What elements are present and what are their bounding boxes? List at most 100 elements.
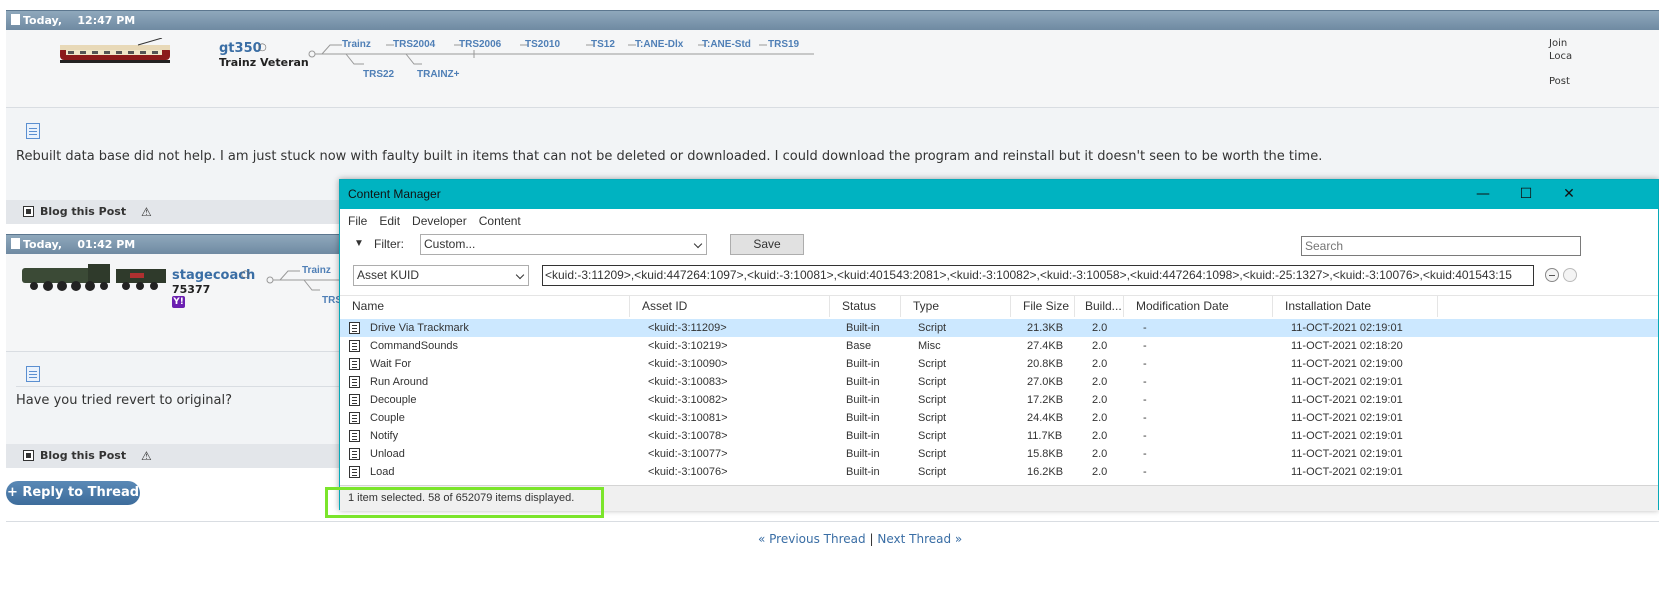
field-select[interactable]: Asset KUID	[353, 265, 529, 286]
asset-build: 2.0	[1092, 412, 1108, 424]
table-row[interactable]: Decouple <kuid:-3:10082> Built-in Script 17.…	[340, 391, 1658, 409]
asset-modification-date: -	[1143, 376, 1147, 388]
version-tag[interactable]: TRS2004	[393, 39, 435, 50]
search-input[interactable]	[1301, 236, 1581, 256]
blog-this-post-link[interactable]: Blog this Post	[40, 205, 126, 218]
asset-type: Script	[918, 430, 947, 442]
menu-file[interactable]: File	[340, 209, 371, 228]
table-row[interactable]: CommandSounds <kuid:-3:10219> Base Misc 27.4…	[340, 337, 1658, 355]
post-2-text: Have you tried revert to original?	[16, 393, 233, 408]
maximize-button[interactable]: ☐	[1503, 180, 1549, 209]
asset-installation-date: 11-OCT-2021 02:19:01	[1291, 376, 1403, 388]
version-tag[interactable]: T:ANE-Std	[702, 39, 751, 50]
version-tag[interactable]: Trainz	[302, 265, 331, 276]
post-date: Today,	[23, 238, 63, 251]
version-tag[interactable]: TS12	[591, 39, 615, 50]
column-header-status[interactable]: Status	[830, 296, 901, 317]
asset-build: 2.0	[1092, 358, 1108, 370]
report-warning-icon[interactable]: ⚠	[141, 200, 152, 224]
remove-condition-icon[interactable]	[1545, 268, 1559, 282]
asset-id: <kuid:-3:10219>	[648, 340, 728, 352]
chevron-down-icon	[693, 239, 703, 249]
asset-id: <kuid:-3:10090>	[648, 358, 728, 370]
column-header-modification-date[interactable]: Modification Date	[1124, 296, 1273, 317]
column-header-type[interactable]: Type	[901, 296, 1011, 317]
post-1-user-title: Trainz Veteran	[219, 56, 309, 69]
table-row[interactable]: Load <kuid:-3:10076> Built-in Script 16.2KB 2…	[340, 463, 1658, 481]
asset-type: Script	[918, 394, 947, 406]
reply-to-thread-button[interactable]: + Reply to Thread	[6, 481, 140, 505]
asset-file-size: 24.4KB	[1027, 412, 1064, 424]
save-filter-button[interactable]: Save	[730, 234, 804, 255]
asset-build: 2.0	[1092, 376, 1108, 388]
table-row[interactable]: Notify <kuid:-3:10078> Built-in Script 11.7K…	[340, 427, 1658, 445]
asset-name: Drive Via Trackmark	[370, 322, 469, 334]
asset-id: <kuid:-3:11209>	[648, 322, 727, 334]
asset-build: 2.0	[1092, 340, 1108, 352]
asset-type: Script	[918, 358, 947, 370]
post-divider	[16, 386, 346, 387]
next-thread-link[interactable]: Next Thread »	[877, 532, 962, 546]
asset-modification-date: -	[1143, 322, 1147, 334]
blog-this-post-link[interactable]: Blog this Post	[40, 449, 126, 462]
asset-id: <kuid:-3:10078>	[648, 430, 728, 442]
column-header-build[interactable]: Build...	[1075, 296, 1124, 317]
previous-thread-link[interactable]: « Previous Thread	[758, 532, 866, 546]
add-condition-icon[interactable]	[1563, 268, 1577, 282]
asset-installation-date: 11-OCT-2021 02:19:01	[1291, 322, 1403, 334]
location-label: Loca	[1549, 51, 1573, 62]
post-icon	[26, 366, 40, 382]
asset-id: <kuid:-3:10077>	[648, 448, 728, 460]
asset-installation-date: 11-OCT-2021 02:19:00	[1291, 358, 1403, 370]
minimize-button[interactable]: —	[1460, 180, 1506, 209]
version-tag[interactable]: Trainz	[342, 39, 371, 50]
table-row[interactable]: Unload <kuid:-3:10077> Built-in Script 15.8K…	[340, 445, 1658, 463]
column-header-name[interactable]: Name	[340, 296, 630, 317]
asset-modification-date: -	[1143, 448, 1147, 460]
asset-file-size: 27.4KB	[1027, 340, 1064, 352]
table-row[interactable]: Drive Via Trackmark <kuid:-3:11209> Built-…	[340, 319, 1658, 337]
filter-dropdown[interactable]: Custom...	[420, 234, 707, 255]
post-2-user-number: 75377	[172, 283, 211, 296]
version-tag[interactable]: TRAINZ+	[417, 69, 460, 80]
table-row[interactable]: Wait For <kuid:-3:10090> Built-in Script 20.…	[340, 355, 1658, 373]
post-1-username[interactable]: gt350	[219, 41, 262, 56]
script-asset-icon	[349, 394, 360, 406]
menu-content[interactable]: Content	[471, 209, 525, 228]
post-date: Today,	[23, 14, 63, 27]
version-tag[interactable]: T:ANE-Dlx	[635, 39, 683, 50]
asset-status: Built-in	[846, 322, 880, 334]
asset-name: Wait For	[370, 358, 412, 370]
column-header-asset-id[interactable]: Asset ID	[630, 296, 830, 317]
asset-type: Script	[918, 412, 947, 424]
version-tag[interactable]: TRS19	[768, 39, 799, 50]
kuid-query-input[interactable]: <kuid:-3:11209>,<kuid:447264:1097>,<kuid…	[542, 265, 1534, 286]
column-header-installation-date[interactable]: Installation Date	[1273, 296, 1438, 317]
menu-edit[interactable]: Edit	[371, 209, 404, 228]
filter-collapse-icon[interactable]: ▼	[354, 238, 364, 249]
asset-build: 2.0	[1092, 394, 1108, 406]
script-asset-icon	[349, 358, 360, 370]
thread-navigation: « Previous Thread | Next Thread »	[758, 532, 962, 546]
date-icon	[11, 14, 20, 25]
asset-file-size: 16.2KB	[1027, 466, 1064, 478]
asset-name: Run Around	[370, 376, 429, 388]
asset-id: <kuid:-3:10083>	[648, 376, 728, 388]
report-warning-icon[interactable]: ⚠	[141, 444, 152, 468]
table-row[interactable]: Couple <kuid:-3:10081> Built-in Script 24.4K…	[340, 409, 1658, 427]
close-button[interactable]: ✕	[1546, 180, 1592, 209]
asset-modification-date: -	[1143, 412, 1147, 424]
asset-type: Misc	[918, 340, 941, 352]
version-tag[interactable]: TRS2006	[459, 39, 501, 50]
filter-label: Filter:	[374, 237, 404, 251]
asset-file-size: 11.7KB	[1027, 430, 1063, 442]
asset-file-size: 15.8KB	[1027, 448, 1064, 460]
asset-installation-date: 11-OCT-2021 02:19:01	[1291, 448, 1403, 460]
yahoo-icon[interactable]: Y!	[172, 296, 185, 308]
version-tag[interactable]: TRS22	[363, 69, 394, 80]
content-manager-window: Content Manager — ☐ ✕ File Edit Developer C…	[339, 179, 1659, 511]
menu-developer[interactable]: Developer	[404, 209, 471, 228]
version-tag[interactable]: TS2010	[525, 39, 560, 50]
table-row[interactable]: Run Around <kuid:-3:10083> Built-in Script 2…	[340, 373, 1658, 391]
column-header-file-size[interactable]: File Size	[1011, 296, 1075, 317]
